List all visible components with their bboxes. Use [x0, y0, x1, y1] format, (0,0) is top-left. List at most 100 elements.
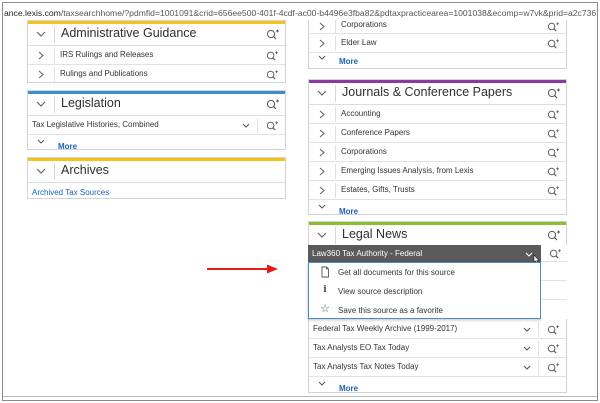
chevron-right-icon[interactable] — [319, 148, 325, 157]
source-select[interactable]: Tax Analysts EO Tax Today — [309, 339, 566, 358]
chevron-right-icon[interactable] — [38, 70, 44, 79]
chevron-right-icon[interactable] — [319, 39, 325, 48]
list-item-label: Accounting — [341, 109, 381, 118]
chevron-right-icon[interactable] — [319, 186, 325, 195]
menu-item-save-favorite[interactable]: ☆ Save this source as a favorite — [309, 301, 540, 320]
more-label[interactable]: More — [339, 57, 358, 66]
panel-title: Legislation — [61, 96, 121, 110]
more-link[interactable]: More — [309, 200, 566, 218]
search-scope-icon[interactable] — [548, 248, 562, 259]
star-icon: ☆ — [320, 303, 330, 315]
chevron-down-icon[interactable] — [523, 327, 531, 332]
admin-guidance-panel: Administrative Guidance IRS Rulings and … — [27, 20, 286, 83]
search-scope-icon[interactable] — [546, 21, 560, 32]
menu-item-label: Save this source as a favorite — [338, 306, 443, 315]
chevron-down-icon — [318, 55, 326, 60]
chevron-down-icon[interactable] — [523, 346, 531, 351]
select-value: Federal Tax Weekly Archive (1999-2017) — [313, 324, 458, 333]
list-item[interactable]: Estates, Gifts, Trusts — [309, 181, 566, 200]
panel-header[interactable]: Journals & Conference Papers — [309, 83, 566, 105]
panel-title: Administrative Guidance — [61, 26, 197, 40]
list-item[interactable]: Corporations — [309, 143, 566, 162]
select-value: Tax Analysts EO Tax Today — [313, 343, 410, 352]
list-item-label: Corporations — [341, 147, 387, 156]
select-value: Tax Legislative Histories, Combined — [32, 120, 159, 129]
select-value: Tax Analysts Tax Notes Today — [313, 362, 419, 371]
chevron-down-icon[interactable] — [35, 98, 47, 110]
more-link[interactable]: More — [28, 135, 285, 153]
menu-item-view-description[interactable]: i View source description — [309, 282, 540, 301]
selected-source-select[interactable]: Law360 Tax Authority - Federal — [308, 245, 541, 262]
search-scope-icon[interactable] — [546, 185, 560, 196]
legislation-panel: Legislation Tax Legislative Histories, C… — [27, 90, 286, 153]
annotation-arrow — [207, 264, 278, 274]
list-item[interactable]: Rulings and Publications — [28, 65, 285, 84]
search-scope-icon[interactable] — [546, 87, 561, 99]
list-item[interactable]: Accounting — [309, 105, 566, 124]
search-scope-icon[interactable] — [265, 69, 279, 80]
document-icon — [321, 266, 329, 278]
chevron-right-icon[interactable] — [319, 129, 325, 138]
list-item[interactable]: Elder Law — [309, 34, 566, 53]
list-item-label: Corporations — [341, 20, 387, 29]
list-item-label: IRS Rulings and Releases — [60, 50, 154, 59]
search-scope-icon[interactable] — [265, 28, 280, 40]
panel-title: Archives — [61, 163, 109, 177]
search-scope-icon[interactable] — [546, 362, 560, 373]
search-scope-icon[interactable] — [546, 343, 560, 354]
list-item[interactable]: Emerging Issues Analysis, from Lexis — [309, 162, 566, 181]
search-scope-icon[interactable] — [546, 229, 561, 241]
url-host: ance.lexis.com — [4, 8, 61, 18]
journals-panel: Journals & Conference Papers Accounting … — [308, 79, 567, 218]
menu-item-get-documents[interactable]: Get all documents for this source — [309, 263, 540, 282]
chevron-right-icon[interactable] — [319, 22, 325, 31]
search-scope-icon[interactable] — [546, 147, 560, 158]
chevron-down-icon[interactable] — [316, 229, 328, 241]
chevron-down-icon — [318, 381, 326, 386]
info-icon: i — [323, 285, 327, 295]
list-item[interactable]: Conference Papers — [309, 124, 566, 143]
search-scope-icon[interactable] — [265, 50, 279, 61]
search-scope-icon[interactable] — [265, 98, 280, 110]
panel-header[interactable]: Legal News — [309, 225, 566, 247]
search-scope-icon[interactable] — [546, 109, 560, 120]
archives-panel: Archives Archived Tax Sources — [27, 157, 286, 199]
chevron-down-icon[interactable] — [523, 365, 531, 370]
chevron-down-icon[interactable] — [242, 123, 250, 128]
more-label[interactable]: More — [339, 384, 358, 393]
chevron-down-icon[interactable] — [316, 87, 328, 99]
chevron-down-icon[interactable] — [35, 28, 47, 40]
panel-header[interactable]: Archives — [28, 161, 285, 183]
panel-title: Legal News — [342, 227, 408, 241]
chevron-right-icon[interactable] — [319, 167, 325, 176]
search-scope-icon[interactable] — [546, 38, 560, 49]
search-scope-icon[interactable] — [265, 120, 279, 131]
search-scope-icon[interactable] — [546, 166, 560, 177]
more-label[interactable]: More — [58, 142, 77, 151]
chevron-down-icon — [318, 204, 326, 209]
list-item[interactable]: Corporations — [309, 20, 566, 34]
url-path: /taxsearchhome/?pdmfid=1001091&crid=656e… — [60, 8, 597, 18]
list-item-label: Emerging Issues Analysis, from Lexis — [341, 166, 474, 175]
source-actions-menu: Get all documents for this source i View… — [308, 262, 541, 319]
panel-header[interactable]: Administrative Guidance — [28, 24, 285, 46]
list-item[interactable]: IRS Rulings and Releases — [28, 46, 285, 65]
more-label[interactable]: More — [339, 207, 358, 216]
chevron-right-icon[interactable] — [38, 51, 44, 60]
panel-title: Journals & Conference Papers — [342, 85, 513, 99]
source-select[interactable]: Federal Tax Weekly Archive (1999-2017) — [309, 320, 566, 339]
list-item-label: Elder Law — [341, 38, 377, 47]
more-link[interactable]: More — [309, 377, 566, 395]
chevron-right-icon[interactable] — [319, 110, 325, 119]
source-select[interactable]: Tax Analysts Tax Notes Today — [309, 358, 566, 377]
archived-tax-sources-link[interactable]: Archived Tax Sources — [32, 188, 109, 197]
chevron-down-icon[interactable] — [35, 165, 47, 177]
panel-header[interactable]: Legislation — [28, 94, 285, 116]
select-value: Law360 Tax Authority - Federal — [312, 249, 423, 258]
menu-item-label: Get all documents for this source — [338, 268, 455, 277]
list-item-label: Rulings and Publications — [60, 69, 148, 78]
search-scope-icon[interactable] — [546, 324, 560, 335]
search-scope-icon[interactable] — [546, 128, 560, 139]
more-link[interactable]: More — [309, 53, 566, 68]
source-select[interactable]: Tax Legislative Histories, Combined — [28, 116, 285, 135]
